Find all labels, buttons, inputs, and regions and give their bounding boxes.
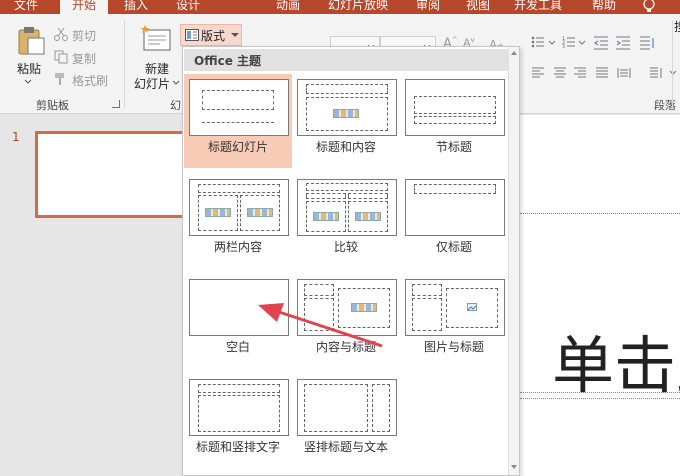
annotation-arrow-icon (258, 303, 383, 348)
